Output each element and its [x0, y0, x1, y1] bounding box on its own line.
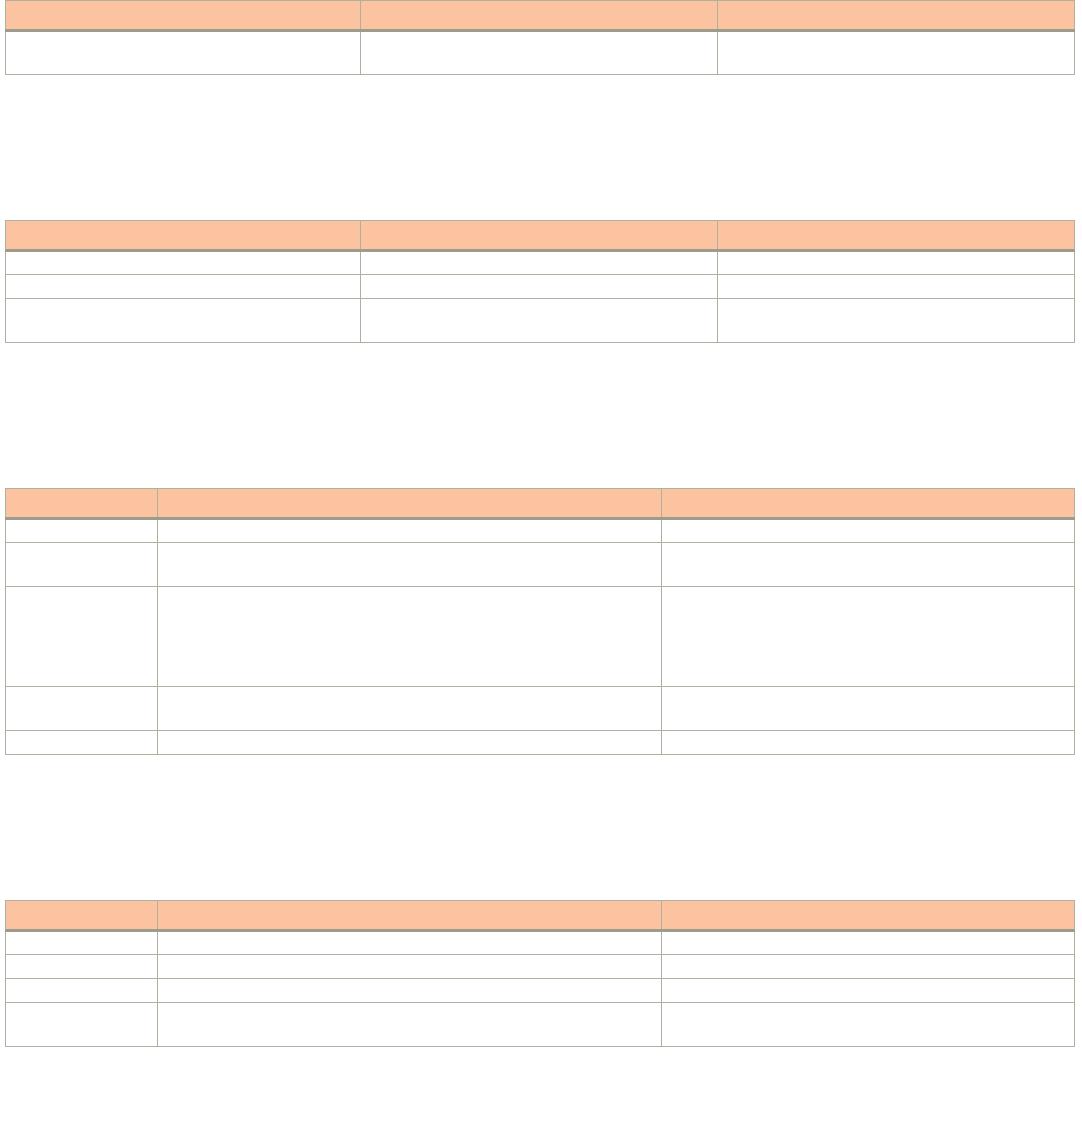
table-row [6, 1003, 1075, 1047]
cell [718, 299, 1075, 343]
cell [6, 731, 158, 755]
cell [6, 275, 361, 299]
table-row [6, 931, 1075, 955]
table-2-header-3 [718, 221, 1075, 251]
table-row [6, 31, 1075, 75]
table-4-header-2 [157, 901, 662, 931]
cell [157, 731, 662, 755]
cell [6, 543, 158, 587]
table-row [6, 979, 1075, 1003]
cell [662, 587, 1075, 687]
table-row [6, 687, 1075, 731]
cell [662, 731, 1075, 755]
cell [6, 299, 361, 343]
table-1 [5, 0, 1075, 75]
table-row [6, 275, 1075, 299]
cell [6, 587, 158, 687]
table-row [6, 543, 1075, 587]
cell [662, 1003, 1075, 1047]
table-row [6, 299, 1075, 343]
table-1-header-2 [360, 1, 718, 31]
table-row [6, 731, 1075, 755]
cell [157, 587, 662, 687]
cell [157, 931, 662, 955]
cell [360, 275, 718, 299]
cell [662, 687, 1075, 731]
cell [662, 543, 1075, 587]
table-3-header-2 [157, 489, 662, 519]
table-row [6, 587, 1075, 687]
cell [157, 979, 662, 1003]
table-4-header-3 [662, 901, 1075, 931]
cell [6, 931, 158, 955]
table-3 [5, 488, 1075, 755]
cell [718, 251, 1075, 275]
table-2-header-1 [6, 221, 361, 251]
cell [6, 251, 361, 275]
cell [360, 251, 718, 275]
cell [360, 299, 718, 343]
cell [6, 955, 158, 979]
cell [662, 931, 1075, 955]
cell [6, 519, 158, 543]
cell [360, 31, 718, 75]
cell [157, 687, 662, 731]
cell [157, 1003, 662, 1047]
table-row [6, 955, 1075, 979]
table-4 [5, 900, 1075, 1047]
table-3-header-1 [6, 489, 158, 519]
cell [718, 31, 1075, 75]
cell [662, 519, 1075, 543]
table-2 [5, 220, 1075, 343]
table-3-header-3 [662, 489, 1075, 519]
cell [6, 31, 361, 75]
cell [6, 979, 158, 1003]
cell [6, 1003, 158, 1047]
table-row [6, 519, 1075, 543]
table-1-header-3 [718, 1, 1075, 31]
table-2-header-2 [360, 221, 718, 251]
table-row [6, 251, 1075, 275]
cell [157, 955, 662, 979]
cell [662, 979, 1075, 1003]
cell [718, 275, 1075, 299]
table-1-header-1 [6, 1, 361, 31]
cell [157, 543, 662, 587]
cell [662, 955, 1075, 979]
cell [157, 519, 662, 543]
cell [6, 687, 158, 731]
table-4-header-1 [6, 901, 158, 931]
